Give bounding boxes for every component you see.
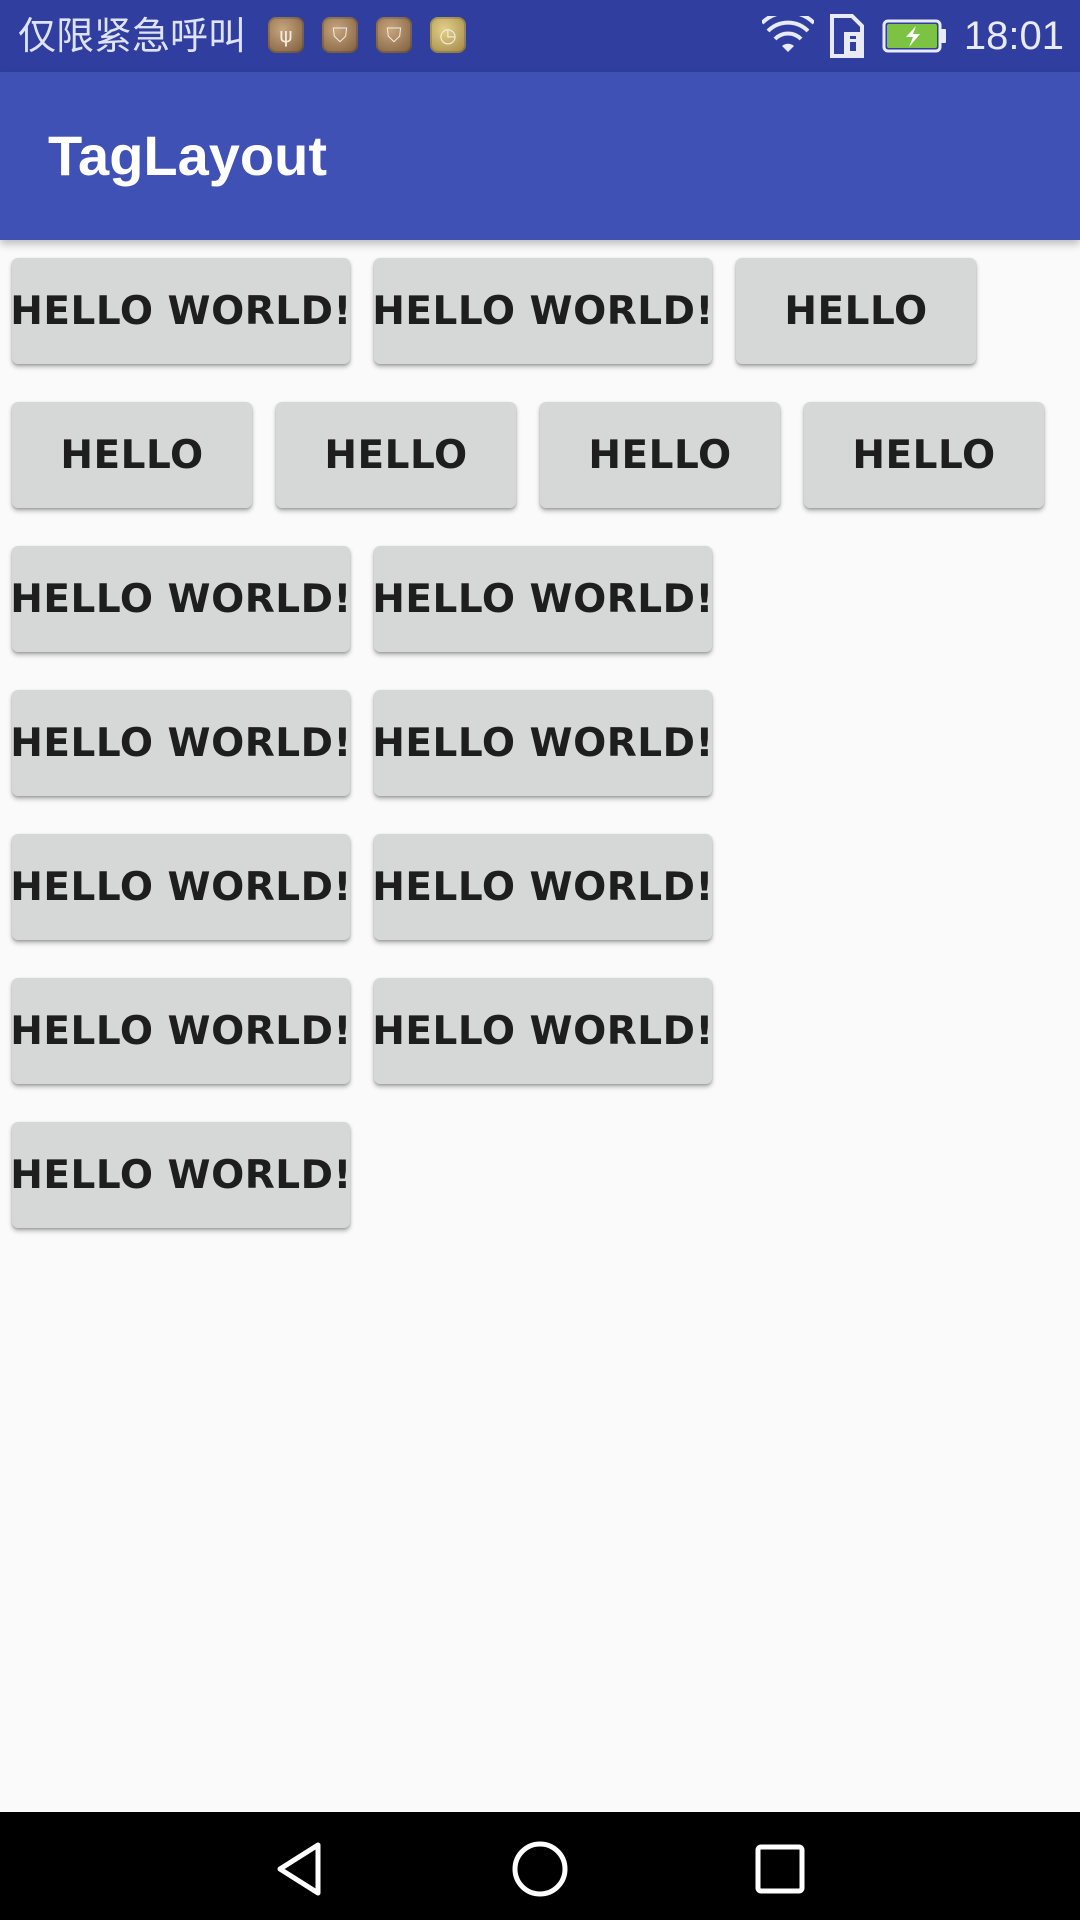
- tag-row: HELLO WORLD! HELLO WORLD!: [10, 546, 1072, 652]
- tag-button[interactable]: HELLO: [12, 402, 252, 508]
- status-bar: 仅限紧急呼叫 ψ ⛉ ⛉ ◷ 18:01: [0, 0, 1080, 72]
- tag-button[interactable]: HELLO: [804, 402, 1044, 508]
- tag-button[interactable]: HELLO WORLD!: [372, 258, 713, 364]
- battery-charging-icon: [882, 19, 946, 53]
- tag-row: HELLO WORLD! HELLO WORLD! HELLO: [10, 258, 1072, 364]
- tag-button[interactable]: HELLO WORLD!: [372, 690, 713, 796]
- tag-button[interactable]: HELLO WORLD!: [372, 546, 713, 652]
- tag-button[interactable]: HELLO: [540, 402, 780, 508]
- tag-row: HELLO WORLD! HELLO WORLD!: [10, 834, 1072, 940]
- back-icon[interactable]: [270, 1839, 330, 1899]
- sim-icon: [829, 14, 864, 58]
- tag-button[interactable]: HELLO WORLD!: [10, 834, 351, 940]
- wifi-icon: [761, 16, 814, 52]
- usb-icon: ψ: [268, 17, 304, 53]
- tag-layout: HELLO WORLD! HELLO WORLD! HELLO HELLO HE…: [10, 258, 1072, 1266]
- tag-button[interactable]: HELLO WORLD!: [372, 834, 713, 940]
- tag-button[interactable]: HELLO WORLD!: [10, 546, 351, 652]
- tag-row: HELLO HELLO HELLO HELLO: [12, 402, 1072, 508]
- tag-button[interactable]: HELLO: [276, 402, 516, 508]
- shield-icon: ⛉: [376, 17, 412, 53]
- tag-button[interactable]: HELLO WORLD!: [10, 978, 351, 1084]
- tag-button[interactable]: HELLO WORLD!: [10, 1122, 351, 1228]
- app-title: TagLayout: [48, 124, 327, 187]
- app-bar: TagLayout: [0, 72, 1080, 240]
- tag-row: HELLO WORLD! HELLO WORLD!: [10, 978, 1072, 1084]
- tag-button[interactable]: HELLO WORLD!: [10, 690, 351, 796]
- tag-button[interactable]: HELLO WORLD!: [10, 258, 351, 364]
- navigation-bar: [0, 1812, 1080, 1920]
- recents-icon[interactable]: [750, 1839, 810, 1899]
- tag-button[interactable]: HELLO WORLD!: [372, 978, 713, 1084]
- system-icons: 18:01: [761, 10, 1064, 62]
- carrier-label: 仅限紧急呼叫: [18, 14, 247, 58]
- clock-time: 18:01: [963, 13, 1064, 58]
- shield-icon: ⛉: [322, 17, 358, 53]
- home-icon[interactable]: [510, 1839, 570, 1899]
- tag-row: HELLO WORLD! HELLO WORLD!: [10, 690, 1072, 796]
- tag-button[interactable]: HELLO: [736, 258, 976, 364]
- clock-icon: ◷: [430, 17, 466, 53]
- tag-row: HELLO WORLD!: [10, 1122, 1072, 1228]
- notification-icons: ψ ⛉ ⛉ ◷: [268, 17, 466, 53]
